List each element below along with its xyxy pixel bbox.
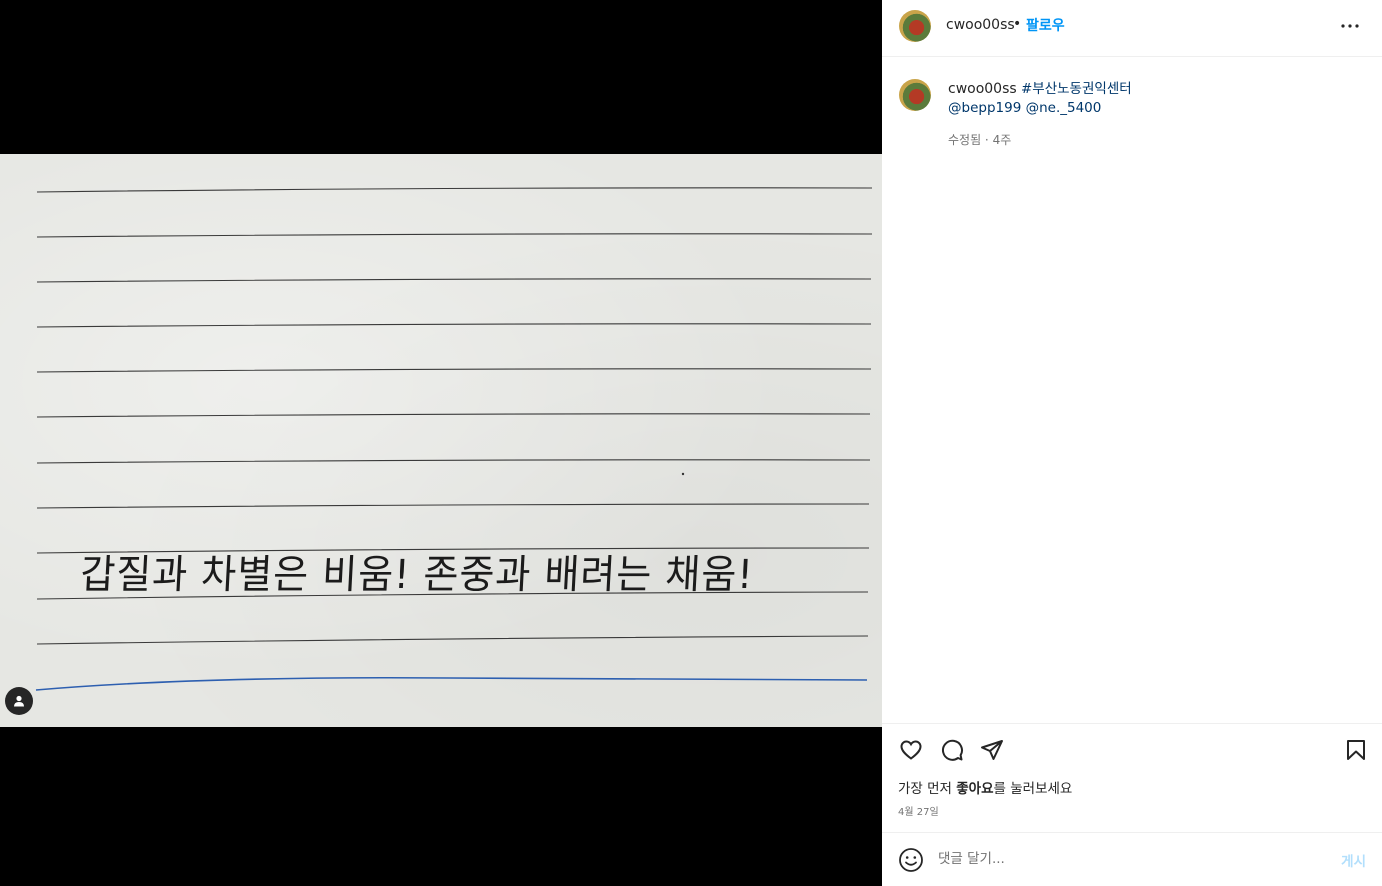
follow-button[interactable]: 팔로우	[1026, 15, 1065, 35]
bookmark-icon	[1347, 740, 1365, 760]
notebook-lines	[35, 187, 873, 691]
like-button[interactable]	[898, 737, 924, 763]
person-icon	[14, 695, 24, 707]
comment-bar: 게시	[882, 832, 1382, 886]
avatar[interactable]	[899, 10, 931, 42]
post-date[interactable]: 4월 27일	[898, 803, 939, 818]
tagged-users-button[interactable]	[5, 687, 33, 715]
share-button[interactable]	[979, 737, 1005, 763]
post-side-panel: cwoo00ss • 팔로우 cwoo00ss #부산노동권익센터 @bepp1…	[882, 0, 1382, 886]
comment-input[interactable]	[938, 847, 1318, 871]
emoji-icon	[899, 848, 923, 872]
post-photo[interactable]: 갑질과 차별은 비움! 존중과 배려는 채움!	[0, 154, 882, 727]
likes-prompt: 가장 먼저 좋아요를 눌러보세요	[898, 777, 1072, 797]
save-button[interactable]	[1343, 737, 1369, 763]
likes-suffix: 를 눌러보세요	[993, 781, 1073, 797]
mention-link[interactable]: @bepp199	[948, 100, 1021, 116]
caption-avatar[interactable]	[899, 79, 931, 111]
comment-icon	[941, 739, 963, 761]
post-media: 갑질과 차별은 비움! 존중과 배려는 채움!	[0, 0, 882, 886]
caption-username[interactable]: cwoo00ss	[948, 81, 1017, 97]
comment-button[interactable]	[939, 737, 965, 763]
handwritten-text: 갑질과 차별은 비움! 존중과 배려는 채움!	[79, 551, 755, 598]
separator-dot: •	[1013, 16, 1022, 32]
send-icon	[981, 740, 1003, 760]
caption-meta: 수정됨 · 4주	[948, 133, 1012, 147]
likes-bold[interactable]: 좋아요	[956, 781, 993, 797]
likes-prefix: 가장 먼저	[898, 781, 957, 797]
actions-divider	[882, 723, 1382, 724]
post-header: cwoo00ss • 팔로우	[882, 0, 1382, 57]
more-icon	[1341, 24, 1359, 28]
more-options-button[interactable]	[1336, 14, 1364, 38]
post-caption: cwoo00ss #부산노동권익센터 @bepp199 @ne._5400	[948, 80, 1368, 118]
heart-icon	[900, 740, 922, 760]
emoji-button[interactable]	[898, 847, 924, 873]
header-username[interactable]: cwoo00ss	[946, 17, 1015, 33]
hashtag-link[interactable]: #부산노동권익센터	[1021, 81, 1132, 97]
mention-link[interactable]: @ne._5400	[1026, 100, 1102, 116]
post-comment-button[interactable]: 게시	[1341, 850, 1366, 870]
